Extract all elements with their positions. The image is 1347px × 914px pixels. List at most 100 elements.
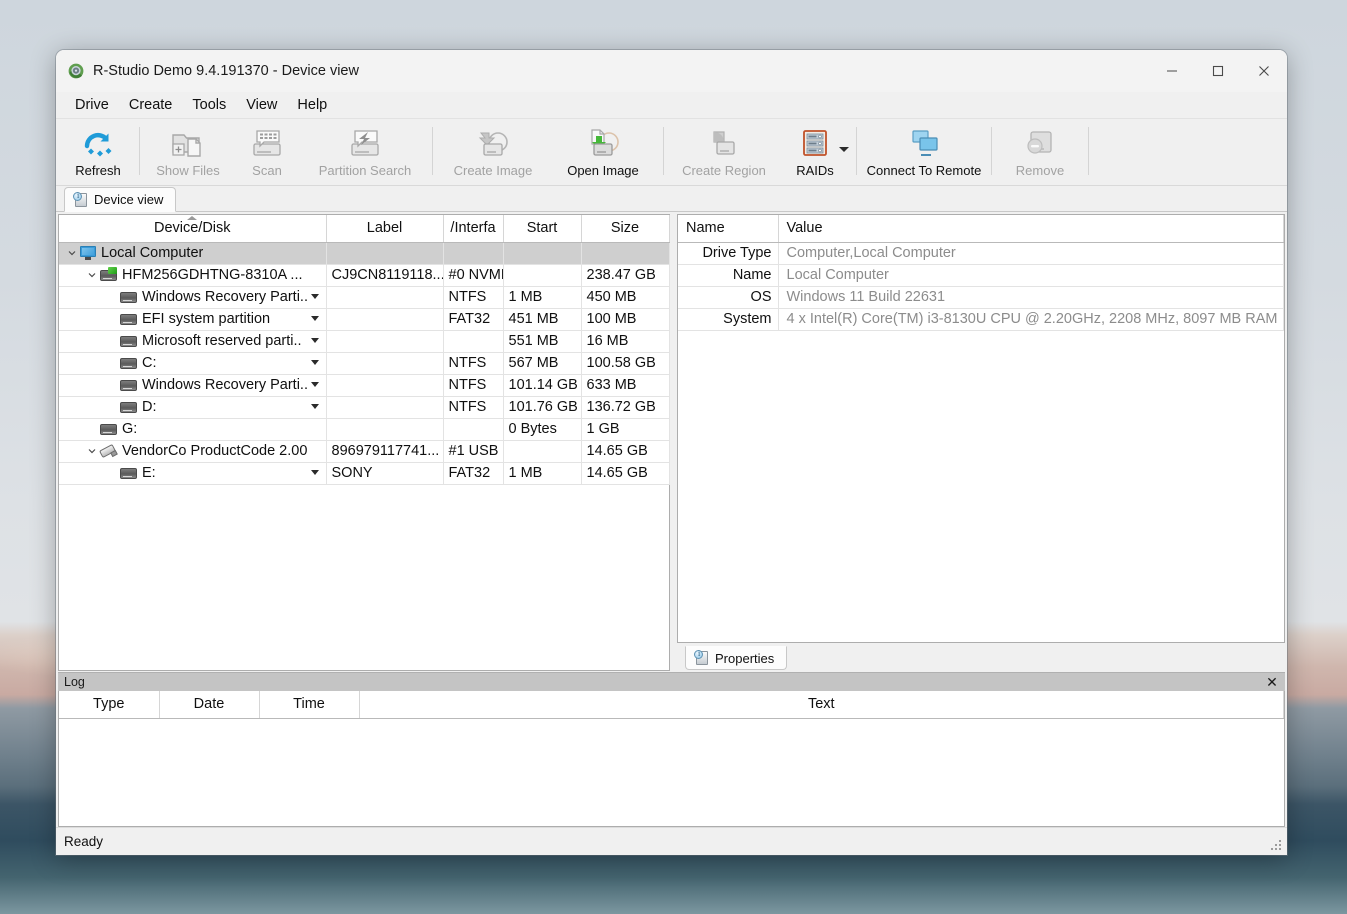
col-header-device-disk[interactable]: Device/Disk	[59, 215, 327, 243]
device-interface-cell: NTFS	[443, 352, 504, 375]
device-name-cell[interactable]: HFM256GDHTNG-8310A ...	[59, 264, 327, 287]
device-name-cell[interactable]: C:	[59, 352, 327, 375]
col-header-log-type[interactable]: Type	[59, 691, 160, 719]
device-interface-cell: FAT32	[443, 462, 504, 485]
menu-drive[interactable]: Drive	[65, 93, 119, 118]
table-row[interactable]: D: NTFS 101.76 GB 136.72 GB	[59, 396, 670, 419]
row-dropdown-caret-icon[interactable]	[310, 294, 319, 299]
table-row[interactable]: EFI system partition FAT32 451 MB 100 MB	[59, 308, 670, 331]
device-name-label: D:	[142, 399, 157, 415]
toolbar-raids-button[interactable]: RAIDs	[779, 123, 851, 183]
toolbar-create-image-button[interactable]: Create Image	[438, 123, 548, 183]
menu-create[interactable]: Create	[119, 93, 183, 118]
device-grid: Device/Disk Label /Interfa Start Size Lo…	[59, 215, 670, 485]
resize-grip-icon[interactable]	[1271, 840, 1283, 852]
device-name-cell[interactable]: D:	[59, 396, 327, 419]
device-start-cell: 1 MB	[503, 462, 582, 485]
tab-properties[interactable]: Properties	[685, 646, 788, 670]
device-name-cell[interactable]: E:	[59, 462, 327, 485]
toolbar-separator-6	[1088, 127, 1089, 175]
menu-tools[interactable]: Tools	[182, 93, 236, 118]
property-row[interactable]: Name Local Computer	[678, 264, 1284, 287]
device-name-cell[interactable]: Microsoft reserved parti..	[59, 330, 327, 353]
partition-icon	[120, 335, 137, 347]
device-name-label: Windows Recovery Parti..	[142, 289, 308, 305]
toolbar-partition-search-button[interactable]: Partition Search	[303, 123, 427, 183]
col-header-prop-name[interactable]: Name	[678, 215, 779, 243]
partition-search-icon	[345, 127, 385, 161]
table-row[interactable]: HFM256GDHTNG-8310A ... CJ9CN8119118... #0 …	[59, 264, 670, 287]
col-header-size[interactable]: Size	[581, 215, 670, 243]
property-row[interactable]: Drive Type Computer,Local Computer	[678, 242, 1284, 265]
table-row[interactable]: G: 0 Bytes 1 GB	[59, 418, 670, 441]
toolbar-connect-remote-button[interactable]: Connect To Remote	[862, 123, 986, 183]
device-interface-cell	[443, 242, 504, 265]
partition-icon	[100, 423, 117, 435]
device-name-cell[interactable]: Windows Recovery Parti..	[59, 374, 327, 397]
device-interface-cell	[443, 330, 504, 353]
main-toolbar: Refresh Show Files Scan Partition Search…	[56, 119, 1287, 186]
device-size-cell: 100 MB	[581, 308, 670, 331]
row-dropdown-caret-icon[interactable]	[310, 470, 319, 475]
col-header-log-time[interactable]: Time	[259, 691, 360, 719]
minimize-button[interactable]	[1149, 50, 1195, 92]
property-row[interactable]: System 4 x Intel(R) Core(TM) i3-8130U CPU…	[678, 308, 1284, 331]
toolbar-create-region-button[interactable]: Create Region	[669, 123, 779, 183]
table-row[interactable]: VendorCo ProductCode 2.00 896979117741...…	[59, 440, 670, 463]
toolbar-scan-button[interactable]: Scan	[231, 123, 303, 183]
table-row[interactable]: E: SONY FAT32 1 MB 14.65 GB	[59, 462, 670, 485]
col-header-start[interactable]: Start	[503, 215, 582, 243]
row-dropdown-caret-icon[interactable]	[310, 382, 319, 387]
row-dropdown-caret-icon[interactable]	[310, 360, 319, 365]
hard-disk-icon	[100, 266, 117, 281]
device-size-cell: 633 MB	[581, 374, 670, 397]
device-size-cell: 1 GB	[581, 418, 670, 441]
toolbar-open-image-button[interactable]: Open Image	[548, 123, 658, 183]
chevron-down-icon[interactable]	[84, 446, 100, 456]
toolbar-remove-button[interactable]: Remove	[997, 123, 1083, 183]
row-dropdown-caret-icon[interactable]	[310, 404, 319, 409]
device-name-cell[interactable]: G:	[59, 418, 327, 441]
device-name-cell[interactable]: VendorCo ProductCode 2.00	[59, 440, 327, 463]
row-dropdown-caret-icon[interactable]	[310, 338, 319, 343]
toolbar-show-files-button[interactable]: Show Files	[145, 123, 231, 183]
toolbar-separator-3	[663, 127, 664, 175]
raids-dropdown-caret-icon[interactable]	[839, 147, 849, 152]
maximize-button[interactable]	[1195, 50, 1241, 92]
device-name-cell[interactable]: Local Computer	[59, 242, 327, 265]
property-name-cell: System	[678, 308, 779, 331]
col-header-log-text[interactable]: Text	[359, 691, 1284, 719]
table-row[interactable]: Windows Recovery Parti.. NTFS 101.14 GB 633…	[59, 374, 670, 397]
toolbar-refresh-button[interactable]: Refresh	[62, 123, 134, 183]
chevron-down-icon[interactable]	[84, 270, 100, 280]
property-row[interactable]: OS Windows 11 Build 22631	[678, 286, 1284, 309]
menu-help[interactable]: Help	[287, 93, 337, 118]
toolbar-raids-label: RAIDs	[796, 163, 834, 178]
device-interface-cell: FAT32	[443, 308, 504, 331]
row-dropdown-caret-icon[interactable]	[310, 316, 319, 321]
device-interface-cell: #1 USB	[443, 440, 504, 463]
log-panel: Log ✕ Type Date Time Text	[58, 672, 1285, 827]
partition-icon	[120, 379, 137, 391]
menu-view[interactable]: View	[236, 93, 287, 118]
tab-device-view[interactable]: Device view	[64, 187, 177, 212]
table-row[interactable]: Local Computer	[59, 242, 670, 265]
table-row[interactable]: Windows Recovery Parti.. NTFS 1 MB 450 MB	[59, 286, 670, 309]
col-header-prop-value[interactable]: Value	[778, 215, 1284, 243]
log-close-icon[interactable]: ✕	[1263, 674, 1281, 691]
col-header-log-date[interactable]: Date	[159, 691, 260, 719]
device-label-cell	[326, 418, 444, 441]
col-header-interface[interactable]: /Interfa	[443, 215, 504, 243]
col-header-label[interactable]: Label	[326, 215, 444, 243]
table-row[interactable]: Microsoft reserved parti.. 551 MB 16 MB	[59, 330, 670, 353]
device-start-cell: 0 Bytes	[503, 418, 582, 441]
device-name-cell[interactable]: EFI system partition	[59, 308, 327, 331]
device-start-cell: 567 MB	[503, 352, 582, 375]
table-row[interactable]: C: NTFS 567 MB 100.58 GB	[59, 352, 670, 375]
chevron-down-icon[interactable]	[64, 248, 80, 258]
device-start-cell: 1 MB	[503, 286, 582, 309]
refresh-icon	[78, 127, 118, 161]
device-name-cell[interactable]: Windows Recovery Parti..	[59, 286, 327, 309]
close-button[interactable]	[1241, 50, 1287, 92]
device-view-icon	[73, 191, 88, 208]
